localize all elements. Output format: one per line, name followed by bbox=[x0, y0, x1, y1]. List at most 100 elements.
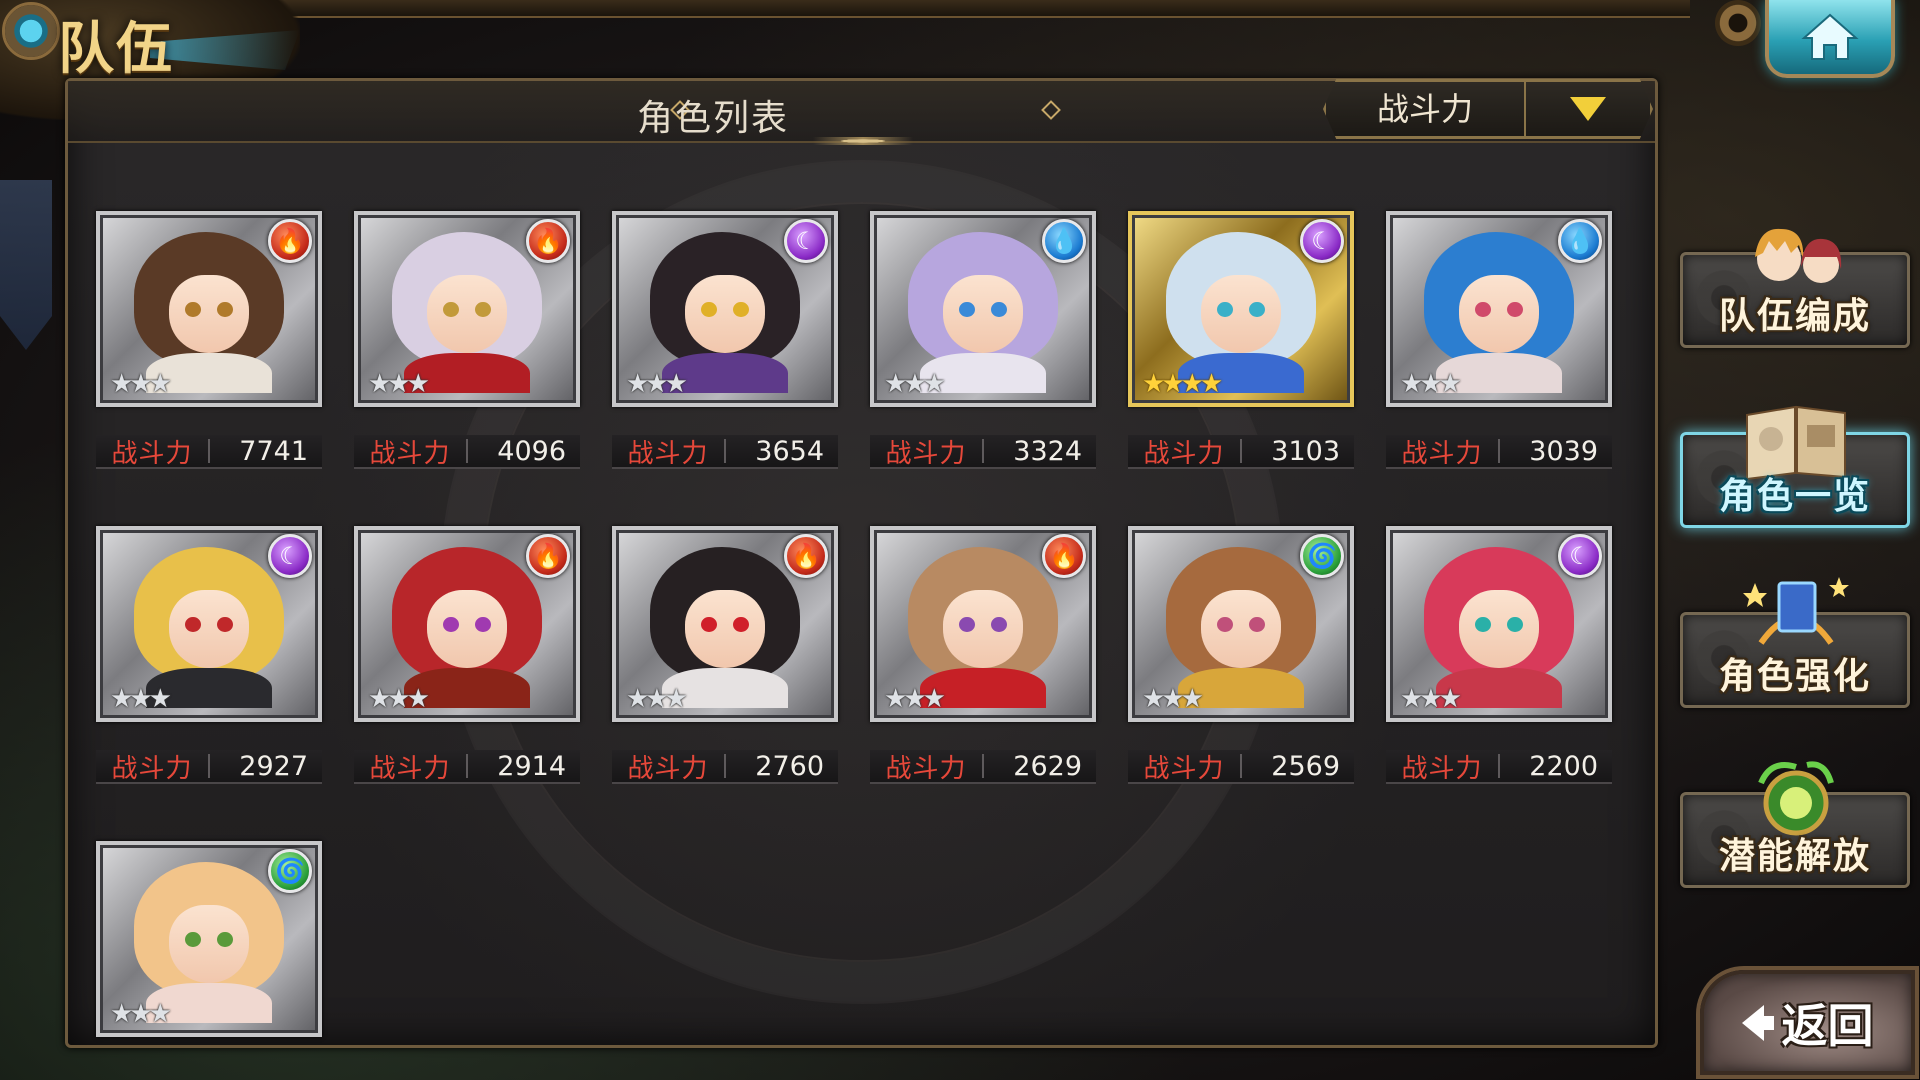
character-portrait[interactable]: ☾ ★★★ bbox=[96, 526, 322, 722]
character-grid: 🔥 ★★★ 战斗力 7741 🔥 ★★★ 战斗力 4096 ☾ ★★★ 战斗力 … bbox=[68, 81, 1655, 1045]
combat-power-bar: 战斗力 2914 bbox=[354, 750, 580, 784]
combat-power-value: 2200 bbox=[1529, 750, 1598, 782]
rarity-stars-icon: ★★★ bbox=[884, 684, 946, 714]
character-portrait[interactable]: 🔥 ★★★ bbox=[354, 526, 580, 722]
side-banner bbox=[0, 180, 52, 350]
character-portrait[interactable]: 🔥 ★★★ bbox=[870, 526, 1096, 722]
menu-label: 队伍编成 bbox=[1718, 296, 1871, 337]
gear-ornament-icon bbox=[1715, 0, 1761, 46]
top-ornament-strip bbox=[230, 0, 1690, 18]
combat-power-bar: 战斗力 2569 bbox=[1128, 750, 1354, 784]
fire-element-icon: 🔥 bbox=[526, 219, 570, 263]
rarity-stars-icon: ★★★ bbox=[368, 684, 430, 714]
combat-power-label: 战斗力 bbox=[885, 753, 967, 784]
arrow-left-icon bbox=[1741, 1004, 1774, 1041]
character-card[interactable]: 🔥 ★★★ 战斗力 2629 bbox=[870, 526, 1096, 784]
combat-power-label: 战斗力 bbox=[1143, 753, 1225, 784]
combat-power-label: 战斗力 bbox=[1401, 438, 1483, 469]
character-portrait[interactable]: 🔥 ★★★ bbox=[354, 211, 580, 407]
dark-element-icon: ☾ bbox=[1300, 219, 1344, 263]
rarity-stars-icon: ★★★ bbox=[1400, 369, 1462, 399]
character-card[interactable]: 🔥 ★★★ 战斗力 4096 bbox=[354, 211, 580, 469]
back-button-label: 返回 bbox=[1781, 998, 1874, 1053]
combat-power-label: 战斗力 bbox=[627, 438, 709, 469]
combat-power-value: 2927 bbox=[239, 750, 308, 782]
combat-power-value: 3654 bbox=[755, 435, 824, 467]
wind-element-icon: 🌀 bbox=[268, 849, 312, 893]
character-card[interactable]: ☾ ★★★ 战斗力 2200 bbox=[1386, 526, 1612, 784]
combat-power-label: 战斗力 bbox=[885, 438, 967, 469]
fire-element-icon: 🔥 bbox=[784, 534, 828, 578]
character-portrait[interactable]: 🌀 ★★★ bbox=[1128, 526, 1354, 722]
water-element-icon: 💧 bbox=[1558, 219, 1602, 263]
fire-element-icon: 🔥 bbox=[1042, 534, 1086, 578]
menu-team-formation-button[interactable]: 队伍编成 bbox=[1680, 228, 1910, 348]
home-icon bbox=[1801, 13, 1859, 60]
menu-label: 潜能解放 bbox=[1718, 836, 1871, 877]
character-portrait[interactable]: 🔥 ★★★ bbox=[96, 211, 322, 407]
gear-emblem-icon bbox=[2, 2, 60, 60]
character-card[interactable]: 💧 ★★★ 战斗力 3324 bbox=[870, 211, 1096, 469]
character-card[interactable]: 🔥 ★★★ 战斗力 2914 bbox=[354, 526, 580, 784]
water-element-icon: 💧 bbox=[1042, 219, 1086, 263]
character-card[interactable]: ☾ ★★★★ 战斗力 3103 bbox=[1128, 211, 1354, 469]
character-card[interactable]: ☾ ★★★ 战斗力 2927 bbox=[96, 526, 322, 784]
combat-power-bar: 战斗力 4096 bbox=[354, 435, 580, 469]
combat-power-bar: 战斗力 2629 bbox=[870, 750, 1096, 784]
rarity-stars-icon: ★★★ bbox=[626, 369, 688, 399]
combat-power-label: 战斗力 bbox=[1143, 438, 1225, 469]
character-card[interactable]: 🌀 ★★★ bbox=[96, 841, 322, 1037]
character-portrait[interactable]: ☾ ★★★ bbox=[612, 211, 838, 407]
combat-power-bar: 战斗力 2927 bbox=[96, 750, 322, 784]
character-card[interactable]: ☾ ★★★ 战斗力 3654 bbox=[612, 211, 838, 469]
character-portrait[interactable]: 💧 ★★★ bbox=[870, 211, 1096, 407]
rarity-stars-icon: ★★★ bbox=[1142, 684, 1204, 714]
fire-element-icon: 🔥 bbox=[268, 219, 312, 263]
rarity-stars-icon: ★★★ bbox=[110, 999, 172, 1029]
combat-power-value: 3103 bbox=[1271, 435, 1340, 467]
menu-character-list-button[interactable]: 角色一览 bbox=[1680, 405, 1910, 528]
home-button[interactable] bbox=[1765, 0, 1895, 78]
combat-power-bar: 战斗力 7741 bbox=[96, 435, 322, 469]
combat-power-label: 战斗力 bbox=[369, 753, 451, 784]
combat-power-bar: 战斗力 3324 bbox=[870, 435, 1096, 469]
fire-element-icon: 🔥 bbox=[526, 534, 570, 578]
combat-power-value: 2569 bbox=[1271, 750, 1340, 782]
combat-power-label: 战斗力 bbox=[111, 753, 193, 784]
combat-power-bar: 战斗力 2200 bbox=[1386, 750, 1612, 784]
dark-element-icon: ☾ bbox=[784, 219, 828, 263]
combat-power-bar: 战斗力 2760 bbox=[612, 750, 838, 784]
screen-title: 队伍 bbox=[58, 16, 174, 82]
character-card[interactable]: 🌀 ★★★ 战斗力 2569 bbox=[1128, 526, 1354, 784]
menu-character-upgrade-button[interactable]: 角色强化 bbox=[1680, 577, 1910, 708]
combat-power-label: 战斗力 bbox=[1401, 753, 1483, 784]
combat-power-bar: 战斗力 3654 bbox=[612, 435, 838, 469]
rarity-stars-icon: ★★★ bbox=[626, 684, 688, 714]
character-list-panel: 角色列表 战斗力 🔥 ★★★ 战斗力 7741 🔥 ★★★ 战斗力 4096 ☾… bbox=[65, 78, 1658, 1048]
rarity-stars-icon: ★★★ bbox=[110, 684, 172, 714]
combat-power-label: 战斗力 bbox=[369, 438, 451, 469]
rarity-stars-icon: ★★★ bbox=[110, 369, 172, 399]
character-portrait[interactable]: 💧 ★★★ bbox=[1386, 211, 1612, 407]
wind-element-icon: 🌀 bbox=[1300, 534, 1344, 578]
combat-power-bar: 战斗力 3103 bbox=[1128, 435, 1354, 469]
character-portrait[interactable]: 🌀 ★★★ bbox=[96, 841, 322, 1037]
rarity-stars-icon: ★★★ bbox=[1400, 684, 1462, 714]
character-portrait[interactable]: ☾ ★★★ bbox=[1386, 526, 1612, 722]
back-button[interactable]: 返回 bbox=[1700, 970, 1915, 1075]
combat-power-value: 7741 bbox=[239, 435, 308, 467]
rarity-stars-icon: ★★★★ bbox=[1142, 369, 1223, 399]
menu-label: 角色一览 bbox=[1718, 476, 1871, 517]
combat-power-value: 3324 bbox=[1013, 435, 1082, 467]
menu-label: 角色强化 bbox=[1718, 656, 1871, 697]
combat-power-value: 3039 bbox=[1529, 435, 1598, 467]
menu-potential-unlock-button[interactable]: 潜能解放 bbox=[1680, 761, 1910, 888]
character-card[interactable]: 🔥 ★★★ 战斗力 2760 bbox=[612, 526, 838, 784]
combat-power-label: 战斗力 bbox=[111, 438, 193, 469]
character-portrait[interactable]: 🔥 ★★★ bbox=[612, 526, 838, 722]
character-portrait[interactable]: ☾ ★★★★ bbox=[1128, 211, 1354, 407]
combat-power-value: 2629 bbox=[1013, 750, 1082, 782]
character-card[interactable]: 💧 ★★★ 战斗力 3039 bbox=[1386, 211, 1612, 469]
character-card[interactable]: 🔥 ★★★ 战斗力 7741 bbox=[96, 211, 322, 469]
dark-element-icon: ☾ bbox=[268, 534, 312, 578]
